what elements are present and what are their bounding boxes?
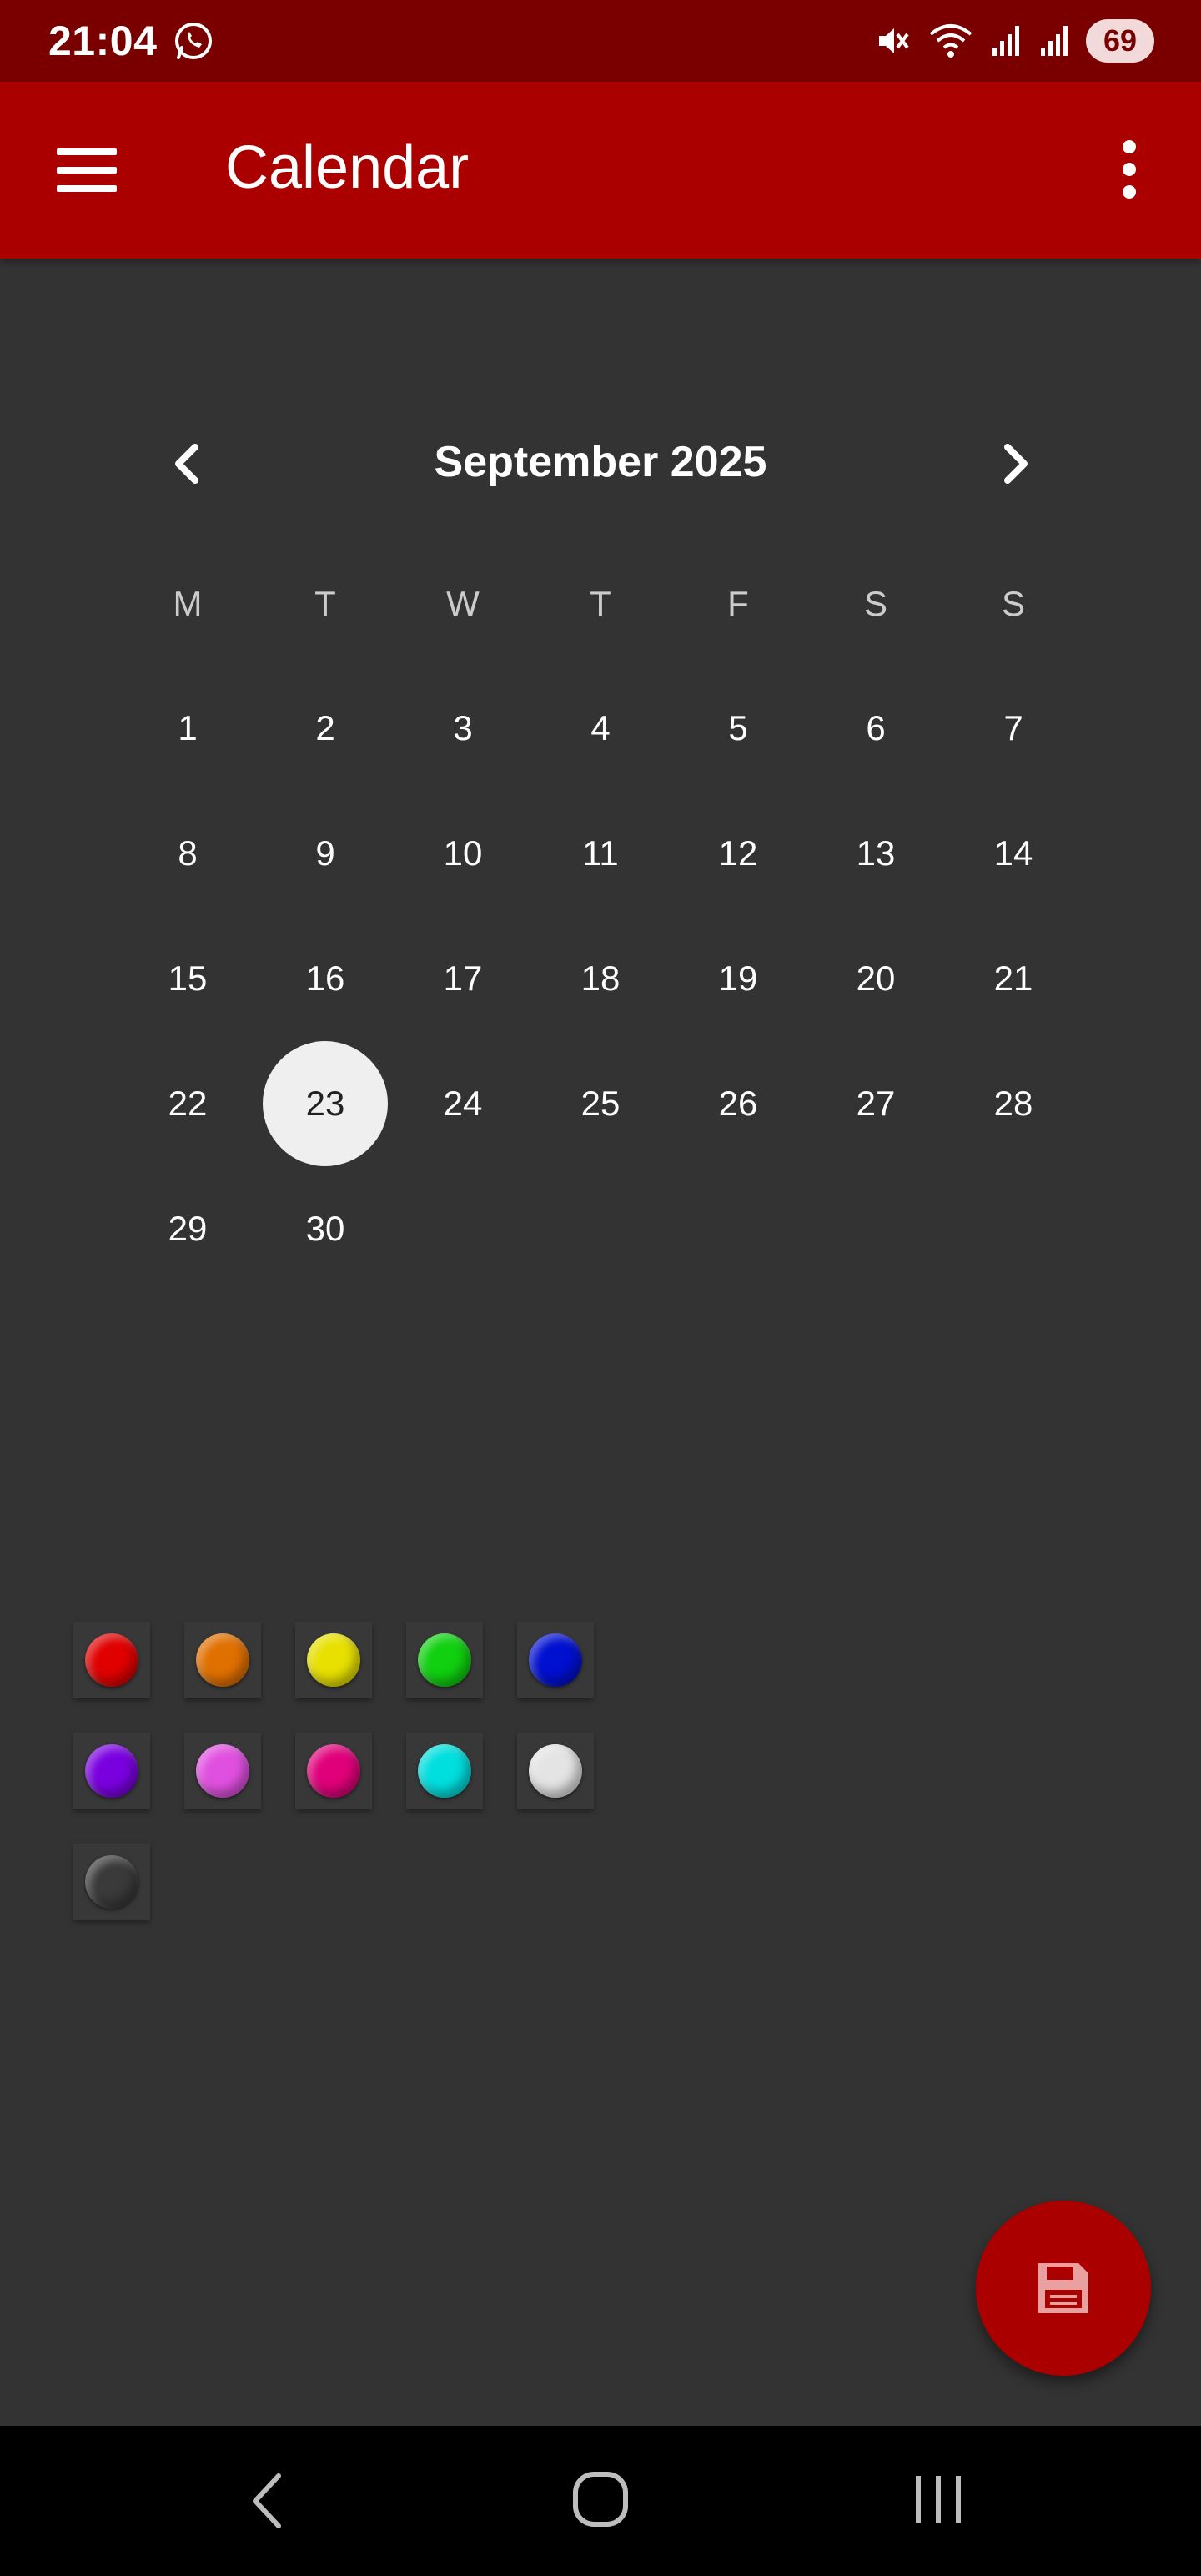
color-swatch-dark-gray[interactable] [73, 1844, 150, 1920]
calendar-day[interactable]: 12 [676, 791, 801, 916]
calendar-day[interactable]: 19 [676, 916, 801, 1041]
calendar-day[interactable]: 25 [538, 1041, 663, 1166]
back-icon[interactable] [242, 2468, 292, 2534]
status-time: 21:04 [48, 18, 158, 64]
recents-icon[interactable] [909, 2469, 967, 2529]
weekday-header: S [863, 584, 887, 623]
color-swatch-red[interactable] [73, 1622, 150, 1698]
color-swatch-purple[interactable] [73, 1733, 150, 1809]
weekday-header: W [446, 584, 480, 623]
color-dot [307, 1744, 360, 1798]
calendar-day-selected[interactable]: 23 [263, 1041, 388, 1166]
calendar-day[interactable]: 1 [125, 666, 250, 791]
chevron-right-icon[interactable] [984, 434, 1044, 494]
color-swatch-pink[interactable] [184, 1733, 261, 1809]
calendar-day[interactable]: 29 [125, 1166, 250, 1291]
color-dot [85, 1744, 138, 1798]
color-swatch-blue[interactable] [517, 1622, 594, 1698]
save-button[interactable] [976, 2201, 1151, 2376]
calendar-day[interactable]: 16 [263, 916, 388, 1041]
calendar-day[interactable]: 26 [676, 1041, 801, 1166]
weekday-header: T [590, 584, 611, 623]
signal-icon-2 [1041, 26, 1068, 56]
calendar-day[interactable]: 13 [813, 791, 938, 916]
app-bar: Calendar [0, 82, 1201, 259]
color-dot [529, 1744, 582, 1798]
wifi-icon [929, 24, 972, 58]
status-icons: 69 [872, 19, 1154, 63]
more-options-icon[interactable] [1109, 132, 1151, 207]
color-swatch-yellow[interactable] [295, 1622, 372, 1698]
menu-icon[interactable] [48, 142, 128, 199]
status-bar: 21:04 69 [0, 0, 1201, 82]
color-dot [418, 1633, 471, 1687]
weekday-header: S [1001, 584, 1025, 623]
save-icon [1038, 2263, 1088, 2313]
calendar-day[interactable]: 28 [951, 1041, 1076, 1166]
color-swatch-white[interactable] [517, 1733, 594, 1809]
color-swatch-cyan[interactable] [406, 1733, 483, 1809]
page-title: Calendar [225, 134, 470, 201]
calendar-day[interactable]: 3 [400, 666, 525, 791]
color-swatch-green[interactable] [406, 1622, 483, 1698]
weekday-header: M [173, 584, 203, 623]
color-dot [196, 1633, 249, 1687]
calendar-header: September 2025 [0, 417, 1201, 517]
mute-icon [879, 28, 909, 53]
calendar-day[interactable]: 14 [951, 791, 1076, 916]
calendar-day[interactable]: 11 [538, 791, 663, 916]
weekday-header: F [727, 584, 749, 623]
color-swatch-orange[interactable] [184, 1622, 261, 1698]
calendar-day[interactable]: 27 [813, 1041, 938, 1166]
color-dot [529, 1633, 582, 1687]
home-icon[interactable] [570, 2469, 631, 2529]
battery-indicator: 69 [1086, 19, 1154, 63]
signal-icon [992, 26, 1019, 56]
calendar-day[interactable]: 24 [400, 1041, 525, 1166]
color-dot [196, 1744, 249, 1798]
calendar-day[interactable]: 22 [125, 1041, 250, 1166]
color-dot [418, 1744, 471, 1798]
calendar-day[interactable]: 7 [951, 666, 1076, 791]
calendar-day[interactable]: 30 [263, 1166, 388, 1291]
calendar-day[interactable]: 18 [538, 916, 663, 1041]
calendar-day[interactable]: 2 [263, 666, 388, 791]
calendar-day[interactable]: 5 [676, 666, 801, 791]
calendar-day[interactable]: 10 [400, 791, 525, 916]
whatsapp-icon [175, 23, 213, 59]
calendar-day[interactable]: 17 [400, 916, 525, 1041]
color-dot [307, 1633, 360, 1687]
calendar-day[interactable]: 9 [263, 791, 388, 916]
calendar-day[interactable]: 4 [538, 666, 663, 791]
calendar-day[interactable]: 6 [813, 666, 938, 791]
color-dot [85, 1855, 138, 1909]
calendar-day[interactable]: 8 [125, 791, 250, 916]
system-navigation-bar [0, 2426, 1201, 2576]
calendar-day[interactable]: 21 [951, 916, 1076, 1041]
color-dot [85, 1633, 138, 1687]
calendar-day[interactable]: 15 [125, 916, 250, 1041]
color-swatch-magenta[interactable] [295, 1733, 372, 1809]
weekday-header: T [314, 584, 336, 623]
calendar-day[interactable]: 20 [813, 916, 938, 1041]
